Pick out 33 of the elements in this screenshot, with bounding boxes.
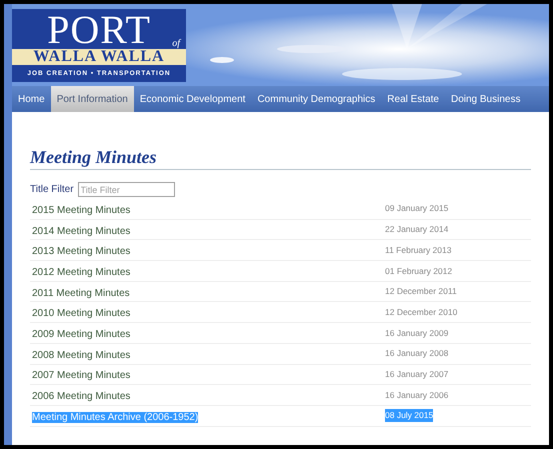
minutes-link[interactable]: 2010 Meeting Minutes (32, 308, 130, 320)
date-text: 12 December 2010 (385, 306, 458, 319)
page-heading: Meeting Minutes (30, 146, 158, 168)
minutes-link[interactable]: 2013 Meeting Minutes (32, 246, 130, 258)
minutes-link[interactable]: 2009 Meeting Minutes (32, 328, 130, 340)
date-text: 01 February 2012 (385, 264, 452, 278)
minutes-link[interactable]: 2015 Meeting Minutes (32, 204, 130, 216)
title-filter-field[interactable]: Title Filter (78, 182, 175, 197)
nav-tab[interactable]: Real Estate (381, 86, 445, 112)
nav-tab[interactable]: Community Demographics (251, 86, 382, 112)
minutes-link[interactable]: 2006 Meeting Minutes (32, 391, 130, 402)
nav-tab[interactable]: Doing Business (444, 86, 526, 112)
logo-title: PORT (47, 7, 151, 52)
date-text: 11 February 2013 (385, 244, 452, 257)
date-text: 09 January 2015 (385, 202, 448, 216)
minutes-link[interactable]: 2014 Meeting Minutes (32, 226, 130, 237)
date-text: 16 January 2008 (385, 347, 448, 360)
nav-tab[interactable]: Port Information (50, 86, 134, 112)
minutes-link[interactable]: 2007 Meeting Minutes (32, 370, 130, 382)
minutes-link[interactable]: 2011 Meeting Minutes (32, 288, 130, 299)
date-text: 16 January 2009 (385, 326, 448, 340)
minutes-link[interactable]: 2012 Meeting Minutes (32, 266, 130, 278)
date-text: 16 January 2006 (385, 388, 448, 402)
date-text: 16 January 2007 (385, 368, 448, 381)
nav-tab[interactable]: Economic Development (134, 86, 252, 112)
minutes-link[interactable]: 2008 Meeting Minutes (32, 350, 130, 361)
logo-of: of (172, 39, 180, 49)
date-text: 12 December 2011 (385, 285, 457, 298)
filter-label: Title Filter (30, 183, 74, 197)
nav-tab[interactable]: Home (12, 86, 51, 112)
date-text: 22 January 2014 (385, 223, 448, 236)
logo-name: WALLA WALLA (33, 49, 165, 65)
date-text: 08 July 2015 (385, 409, 434, 422)
